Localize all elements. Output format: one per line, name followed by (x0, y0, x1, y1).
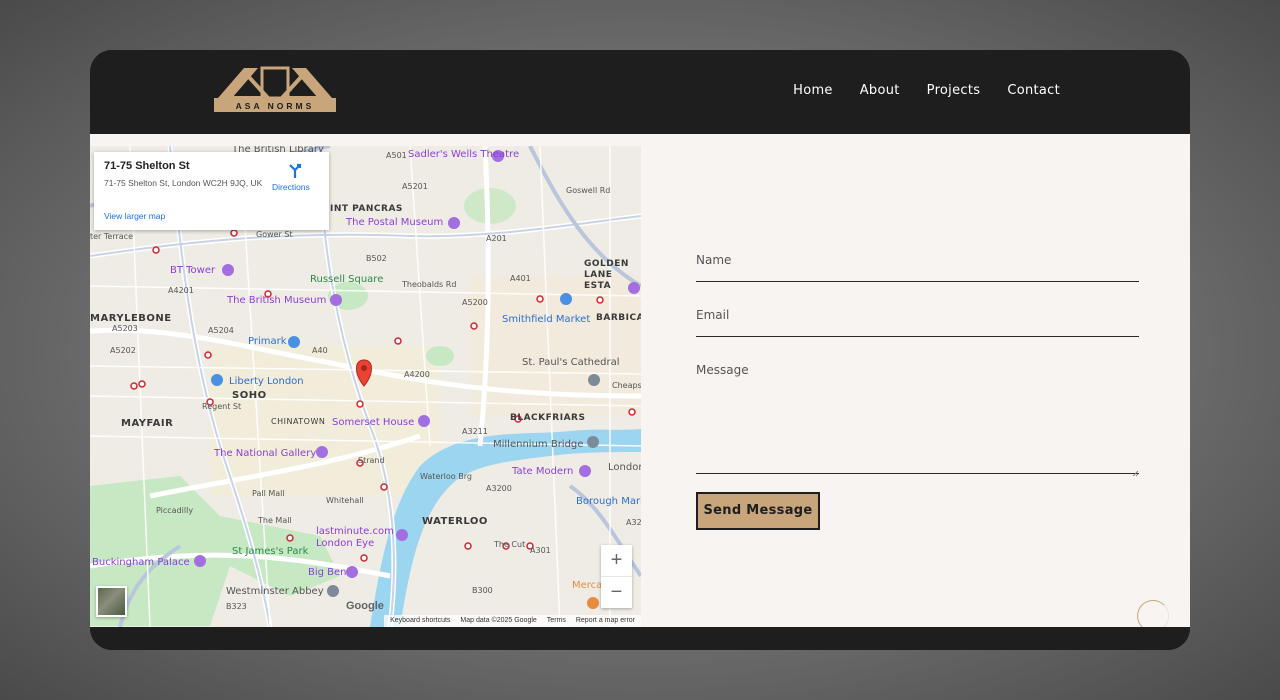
road-a401: A401 (510, 274, 531, 283)
report-error-link[interactable]: Report a map error (576, 615, 635, 627)
map-label-blackfriars: BLACKFRIARS (510, 413, 586, 423)
map-label-strand: Strand (358, 456, 385, 465)
road-a5203: A5203 (112, 324, 138, 333)
map-label-marylebone: MARYLEBONE (90, 313, 172, 324)
map-info-card: 71-75 Shelton St 71-75 Shelton St, Londo… (94, 152, 329, 230)
main-nav: Home About Projects Contact (793, 83, 1060, 98)
road-a3211: A3211 (462, 427, 488, 436)
keyboard-shortcuts-link[interactable]: Keyboard shortcuts (390, 615, 450, 627)
map-label-whitehall: Whitehall (326, 496, 364, 505)
email-field[interactable]: Email (696, 308, 729, 322)
nav-contact[interactable]: Contact (1007, 83, 1060, 98)
map-label-liberty: Liberty London (229, 376, 304, 387)
site-header: ASA NORMS Home About Projects Contact (90, 50, 1190, 134)
map-label-cheapside: Cheaps (612, 381, 641, 390)
contact-section: The British Library Sadler's Wells Theat… (90, 134, 1190, 632)
road-a3200: A3200 (486, 484, 512, 493)
logo-text: ASA NORMS (235, 101, 315, 111)
place-address: 71-75 Shelton St, London WC2H 9JQ, UK (104, 178, 263, 188)
map-label-st-pancras: INT PANCRAS (330, 204, 403, 214)
view-larger-map-link[interactable]: View larger map (104, 211, 165, 221)
email-underline (696, 336, 1139, 337)
map-label-barbican: BARBICA (596, 313, 641, 323)
name-underline (696, 281, 1139, 282)
map-label-terrace: ter Terrace (90, 232, 133, 241)
satellite-toggle[interactable] (96, 586, 127, 617)
map-label-piccadilly: Piccadilly (156, 506, 194, 515)
asa-norms-logo[interactable]: ASA NORMS (214, 66, 336, 114)
place-title: 71-75 Shelton St (104, 160, 190, 172)
map-label-westminster-abbey: Westminster Abbey (226, 586, 324, 597)
map-label-st-pauls: St. Paul's Cathedral (522, 357, 620, 368)
map-label-goswell: Goswell Rd (566, 186, 611, 195)
footer-bar (90, 627, 1190, 650)
map-label-sadlers-wells: Sadler's Wells Theatre (408, 149, 520, 160)
google-logo: Google (346, 600, 384, 612)
map-label-british-museum: The British Museum (227, 295, 327, 306)
zoom-controls: + − (601, 545, 632, 608)
road-b300: B300 (472, 586, 493, 595)
directions-icon[interactable] (286, 162, 306, 182)
road-a5202: A5202 (110, 346, 136, 355)
message-underline (696, 473, 1139, 474)
map-label-mercato: Merca (572, 580, 603, 591)
map-label-london-eye: lastminute.com London Eye (316, 526, 394, 549)
map-data-text: Map data ©2025 Google (460, 617, 537, 624)
road-a5201: A5201 (402, 182, 428, 191)
road-a40: A40 (312, 346, 328, 355)
map-label-london: London (608, 462, 641, 473)
map-label-bt-tower: BT Tower (170, 265, 216, 276)
textarea-resize-handle[interactable] (1132, 464, 1139, 477)
map-label-the-mall: The Mall (258, 516, 292, 525)
road-a201: A201 (486, 234, 507, 243)
map-label-smithfield: Smithfield Market (502, 314, 591, 325)
map-attribution: Keyboard shortcuts Map data ©2025 Google… (384, 615, 641, 627)
send-message-button[interactable]: Send Message (696, 492, 820, 530)
app-window: ASA NORMS Home About Projects Contact Th… (90, 50, 1190, 650)
directions-label[interactable]: Directions (272, 182, 310, 192)
map-label-borough-market: Borough Marl (576, 496, 641, 507)
zoom-in-button[interactable]: + (601, 545, 632, 576)
map-label-tate-modern: Tate Modern (512, 466, 574, 477)
road-a4200: A4200 (404, 370, 430, 379)
name-field[interactable]: Name (696, 253, 731, 267)
map-label-golden-lane: GOLDEN LANE ESTA (584, 259, 629, 291)
road-a3202: A3202 (626, 518, 641, 527)
terms-link[interactable]: Terms (547, 615, 566, 627)
map-label-theobalds: Theobalds Rd (402, 280, 457, 289)
map-label-millennium-bridge: Millennium Bridge (493, 439, 584, 450)
map-label-somerset: Somerset House (332, 417, 415, 428)
road-a4201: A4201 (168, 286, 194, 295)
map-label-the-cut: The Cut (494, 540, 526, 549)
nav-home[interactable]: Home (793, 83, 833, 98)
embedded-map[interactable]: The British Library Sadler's Wells Theat… (90, 146, 641, 627)
map-label-waterloo: WATERLOO (422, 516, 488, 527)
message-field[interactable]: Message (696, 363, 749, 377)
map-label-st-james-park: St James's Park (232, 546, 309, 557)
map-label-waterloo-bridge: Waterloo Brg (420, 472, 472, 481)
nav-projects[interactable]: Projects (927, 83, 981, 98)
road-b502: B502 (366, 254, 387, 263)
map-label-mayfair: MAYFAIR (121, 418, 174, 429)
zoom-out-button[interactable]: − (601, 577, 632, 608)
road-a5204: A5204 (208, 326, 234, 335)
map-label-russell-square: Russell Square (310, 274, 384, 285)
road-a301: A301 (530, 546, 551, 555)
map-label-gower-st: Gower St (256, 230, 293, 239)
map-label-buckingham-palace: Buckingham Palace (92, 557, 190, 568)
contact-form: Name Email Message Send Message (696, 134, 1139, 627)
map-label-postal-museum: The Postal Museum (346, 217, 444, 228)
map-label-chinatown: CHINATOWN (271, 417, 326, 426)
nav-about[interactable]: About (860, 83, 900, 98)
map-label-soho: SOHO (232, 390, 267, 401)
map-label-big-ben: Big Ben (308, 567, 347, 578)
map-label-regent-st: Regent St (202, 402, 242, 411)
road-b323: B323 (226, 602, 247, 611)
map-label-national-gallery: The National Gallery (214, 448, 317, 459)
road-a501: A501 (386, 151, 407, 160)
map-label-primark: Primark (248, 336, 287, 347)
map-label-pall-mall: Pall Mall (252, 489, 285, 498)
road-a5200: A5200 (462, 298, 488, 307)
